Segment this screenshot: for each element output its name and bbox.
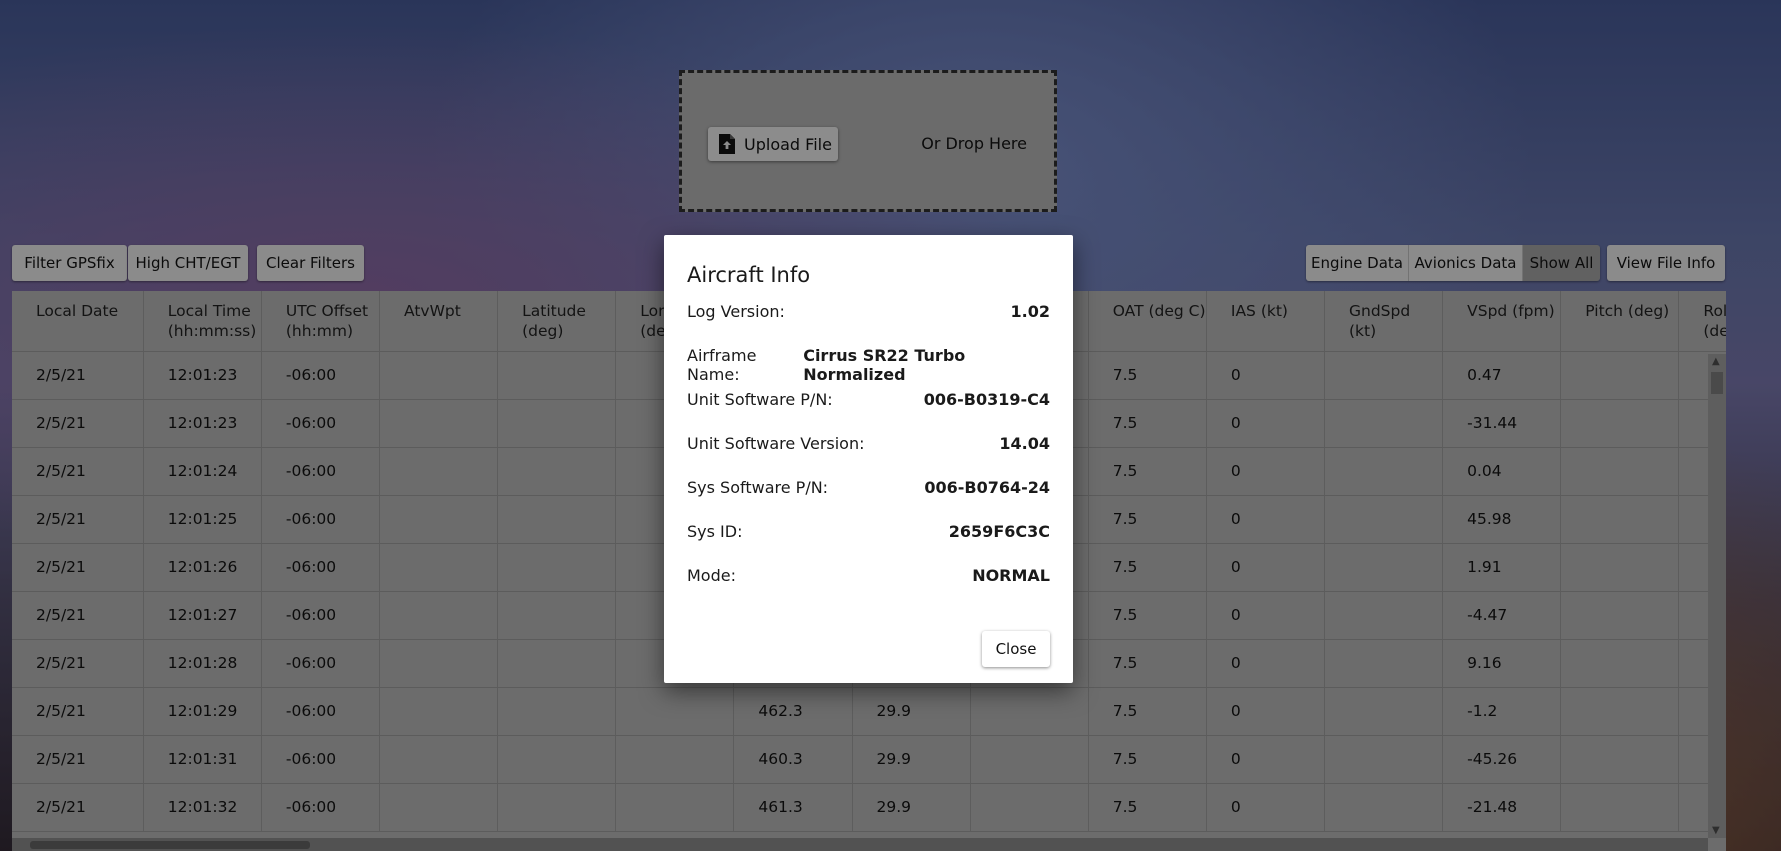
dialog-title: Aircraft Info bbox=[687, 263, 811, 287]
info-value: Cirrus SR22 Turbo Normalized bbox=[803, 346, 966, 384]
info-row: Sys ID: 2659F6C3C bbox=[687, 522, 1050, 541]
info-value: 2659F6C3C bbox=[948, 522, 1050, 541]
info-row: Mode: NORMAL bbox=[687, 566, 1050, 585]
info-label: Mode: bbox=[687, 566, 736, 585]
info-label: Unit Software Version: bbox=[687, 434, 865, 453]
info-label: Log Version: bbox=[687, 302, 785, 321]
info-label: Unit Software P/N: bbox=[687, 390, 833, 409]
info-row: Unit Software P/N: 006-B0319-C4 bbox=[687, 390, 1050, 409]
close-button[interactable]: Close bbox=[982, 631, 1050, 667]
info-value: 006-B0764-24 bbox=[924, 478, 1050, 497]
aircraft-info-dialog: Aircraft Info Log Version: 1.02 Airframe N… bbox=[664, 235, 1073, 683]
info-value: 1.02 bbox=[1010, 302, 1050, 321]
info-row: Airframe Name: Cirrus SR22 Turbo Normaliz… bbox=[687, 346, 1050, 384]
info-row: Log Version: 1.02 bbox=[687, 302, 1050, 321]
info-label: Sys ID: bbox=[687, 522, 743, 541]
info-value: NORMAL bbox=[972, 566, 1050, 585]
info-row: Unit Software Version: 14.04 bbox=[687, 434, 1050, 453]
info-value: 006-B0319-C4 bbox=[923, 390, 1050, 409]
info-label: Airframe Name: bbox=[687, 346, 757, 384]
info-row: Sys Software P/N: 006-B0764-24 bbox=[687, 478, 1050, 497]
info-value: 14.04 bbox=[999, 434, 1050, 453]
info-label: Sys Software P/N: bbox=[687, 478, 829, 497]
